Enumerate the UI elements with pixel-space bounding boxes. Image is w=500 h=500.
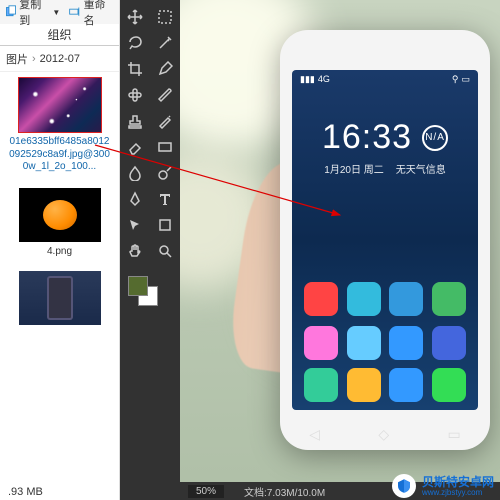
app-icon bbox=[432, 282, 466, 316]
gradient-tool[interactable] bbox=[154, 136, 176, 158]
crumb-parent[interactable]: 图片 bbox=[6, 51, 28, 67]
app-icon bbox=[304, 326, 338, 360]
file-name: 01e6335bff6485a8012092529c8a9f.jpg@3000w… bbox=[8, 136, 111, 174]
history-brush-tool[interactable] bbox=[154, 110, 176, 132]
weather-badge-icon: N/A bbox=[422, 125, 448, 151]
thumbnail-list: 01e6335bff6485a8012092529c8a9f.jpg@3000w… bbox=[0, 72, 119, 345]
color-swatches[interactable] bbox=[128, 276, 158, 306]
thumbnail-image bbox=[19, 271, 101, 325]
watermark-logo-icon bbox=[392, 474, 416, 498]
recent-icon: ▭ bbox=[448, 426, 461, 443]
file-item-orange[interactable]: 4.png bbox=[8, 188, 111, 257]
clock-widget: 16:33 N/A 1月20日 周二 无天气信息 bbox=[292, 118, 478, 176]
wand-tool[interactable] bbox=[154, 32, 176, 54]
crumb-separator: › bbox=[32, 53, 36, 65]
dock-app-icon bbox=[304, 368, 338, 402]
copy-icon bbox=[4, 5, 17, 19]
app-icon bbox=[304, 282, 338, 316]
ribbon: 复制到 ▼ 重命名 bbox=[0, 0, 119, 24]
clock-time: 16:33 bbox=[322, 118, 412, 157]
battery-icon: ▭ bbox=[461, 74, 470, 85]
zoom-level[interactable]: 50% bbox=[188, 485, 224, 498]
lasso-tool[interactable] bbox=[124, 32, 146, 54]
clock-date: 1月20日 周二 bbox=[324, 161, 383, 176]
move-tool[interactable] bbox=[124, 6, 146, 28]
watermark-name: 贝斯特安卓网 bbox=[422, 476, 494, 488]
doc-size: 文档:7.03M/10.0M bbox=[244, 484, 325, 499]
app-grid bbox=[292, 282, 478, 360]
file-item-galaxy[interactable]: 01e6335bff6485a8012092529c8a9f.jpg@3000w… bbox=[8, 78, 111, 174]
heal-tool[interactable] bbox=[124, 84, 146, 106]
thumbnail-image bbox=[19, 188, 101, 242]
phone-mockup: ▮▮▮ 4G ⚲ ▭ 16:33 N/A 1月20日 周二 无天气信息 bbox=[280, 30, 490, 450]
app-icon bbox=[389, 282, 423, 316]
home-icon: ◇ bbox=[378, 426, 389, 443]
brush-tool[interactable] bbox=[154, 84, 176, 106]
file-name: 4.png bbox=[8, 246, 111, 257]
thumbnail-image bbox=[19, 78, 101, 132]
rename-label: 重命名 bbox=[84, 0, 115, 28]
type-tool[interactable] bbox=[154, 188, 176, 210]
blur-tool[interactable] bbox=[124, 162, 146, 184]
app-icon bbox=[347, 326, 381, 360]
signal-icon: ▮▮▮ bbox=[300, 74, 315, 85]
phone-screen: ▮▮▮ 4G ⚲ ▭ 16:33 N/A 1月20日 周二 无天气信息 bbox=[292, 70, 478, 410]
status-size: .93 MB bbox=[8, 486, 43, 498]
app-dock bbox=[292, 368, 478, 402]
dock-app-icon bbox=[432, 368, 466, 402]
marquee-tool[interactable] bbox=[154, 6, 176, 28]
app-icon bbox=[432, 326, 466, 360]
crumb-folder[interactable]: 2012-07 bbox=[40, 53, 80, 65]
crop-tool[interactable] bbox=[124, 58, 146, 80]
breadcrumb[interactable]: 图片 › 2012-07 bbox=[0, 46, 119, 72]
back-icon: ◁ bbox=[309, 426, 320, 443]
zoom-tool[interactable] bbox=[154, 240, 176, 262]
eraser-tool[interactable] bbox=[124, 136, 146, 158]
rename-icon bbox=[68, 5, 81, 19]
shape-tool[interactable] bbox=[154, 214, 176, 236]
network-icon: 4G bbox=[318, 74, 330, 84]
dodge-tool[interactable] bbox=[154, 162, 176, 184]
phone-nav: ◁ ◇ ▭ bbox=[280, 419, 490, 449]
rename-button[interactable]: 重命名 bbox=[68, 0, 115, 28]
ps-toolbar bbox=[120, 0, 180, 500]
phone-statusbar: ▮▮▮ 4G ⚲ ▭ bbox=[292, 70, 478, 88]
watermark: 贝斯特安卓网 www.zjbstyy.com bbox=[392, 474, 494, 498]
chevron-down-icon: ▼ bbox=[52, 8, 60, 17]
ps-canvas[interactable]: ▮▮▮ 4G ⚲ ▭ 16:33 N/A 1月20日 周二 无天气信息 bbox=[180, 0, 500, 482]
pen-tool[interactable] bbox=[124, 188, 146, 210]
eyedropper-tool[interactable] bbox=[154, 58, 176, 80]
stamp-tool[interactable] bbox=[124, 110, 146, 132]
weather-text: 无天气信息 bbox=[396, 161, 446, 176]
file-explorer: 复制到 ▼ 重命名 组织 图片 › 2012-07 01e6335bff6485… bbox=[0, 0, 120, 500]
copy-to-button[interactable]: 复制到 ▼ bbox=[4, 0, 60, 28]
file-item-phone[interactable] bbox=[8, 271, 111, 325]
app-icon bbox=[389, 326, 423, 360]
dock-app-icon bbox=[389, 368, 423, 402]
hand-tool[interactable] bbox=[124, 240, 146, 262]
fg-color-swatch[interactable] bbox=[128, 276, 148, 296]
wifi-icon: ⚲ bbox=[452, 74, 459, 85]
watermark-url: www.zjbstyy.com bbox=[422, 488, 494, 497]
app-icon bbox=[347, 282, 381, 316]
path-tool[interactable] bbox=[124, 214, 146, 236]
dock-app-icon bbox=[347, 368, 381, 402]
copy-label: 复制到 bbox=[19, 0, 50, 28]
